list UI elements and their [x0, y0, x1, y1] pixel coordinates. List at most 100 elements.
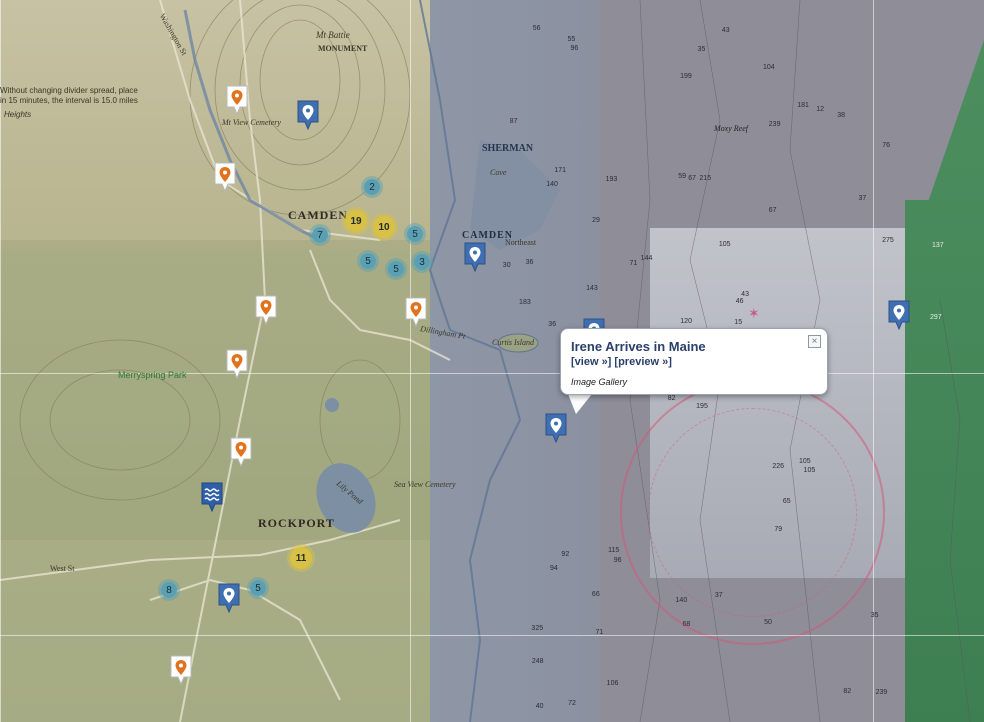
marker-cluster[interactable]: 8: [158, 579, 180, 601]
depth-sounding: 94: [550, 565, 558, 573]
depth-sounding: 67: [688, 175, 697, 183]
location-pin-icon: [226, 349, 248, 379]
depth-sounding: 144: [640, 255, 653, 263]
depth-sounding: 40: [535, 703, 544, 711]
depth-sounding: 59: [678, 172, 687, 180]
depth-sounding: 104: [762, 63, 775, 71]
depth-sounding: 143: [586, 285, 598, 293]
depth-sounding: 183: [519, 298, 531, 306]
label-mt-battie: Mt Battie: [316, 30, 350, 40]
cluster-count: 5: [255, 582, 261, 594]
view-link[interactable]: [view »]: [571, 356, 611, 368]
marker-cluster[interactable]: 5: [385, 258, 407, 280]
location-pin-icon: [230, 437, 252, 467]
marker-cluster[interactable]: 5: [357, 250, 379, 272]
label-sherman-cove: SHERMAN: [482, 143, 534, 154]
depth-sounding: 115: [608, 546, 620, 554]
depth-sounding: 239: [768, 120, 781, 128]
orange-location-pin[interactable]: [214, 162, 236, 192]
location-pin-icon: [464, 242, 486, 272]
location-pin-icon: [545, 413, 567, 443]
marker-cluster[interactable]: 11: [287, 544, 315, 572]
label-rockport: ROCKPORT: [258, 516, 335, 530]
depth-sounding: 105: [718, 241, 731, 249]
label-mt-view-cemetery: Mt View Cemetery: [222, 118, 281, 127]
location-pin-icon: [255, 295, 277, 325]
cluster-count: 2: [369, 181, 375, 193]
green-depth-label: 137: [932, 242, 944, 249]
small-pond: [325, 398, 339, 412]
depth-sounding: 37: [714, 591, 723, 599]
close-icon[interactable]: ×: [808, 335, 821, 348]
label-monument: MONUMENT: [318, 44, 368, 53]
orange-location-pin[interactable]: [226, 85, 248, 115]
info-popup: × Irene Arrives in Maine [view »] [previ…: [560, 328, 828, 395]
depth-sounding: 120: [680, 317, 692, 325]
marker-cluster[interactable]: 5: [247, 577, 269, 599]
orange-location-pin[interactable]: [230, 437, 252, 467]
marker-cluster[interactable]: 19: [342, 207, 370, 235]
location-pin-icon: [405, 297, 427, 327]
cluster-count: 5: [365, 255, 371, 267]
depth-sounding: 325: [531, 625, 544, 633]
popup-links: [view »] [preview »]: [571, 356, 817, 368]
orange-location-pin[interactable]: [405, 297, 427, 327]
depth-sounding: 46: [735, 297, 744, 305]
depth-sounding: 96: [570, 45, 579, 53]
depth-sounding: 82: [843, 687, 852, 695]
depth-sounding: 35: [697, 46, 706, 54]
blue-location-pin[interactable]: [297, 100, 319, 130]
blue-location-pin[interactable]: [888, 300, 910, 330]
blue-location-pin[interactable]: [545, 413, 567, 443]
depth-sounding: 87: [509, 118, 518, 126]
grid-line-vertical: [0, 0, 1, 722]
water-waves-icon: [201, 482, 223, 512]
location-pin-icon: [218, 583, 240, 613]
location-pin-icon: [888, 300, 910, 330]
label-mile-note: Without changing divider spread, place: [0, 86, 138, 95]
map-view[interactable]: ✶ Mt Battie MONUMENT CAMDEN CAMDEN SHERM…: [0, 0, 984, 722]
label-moxy-reef: Moxy Reef: [714, 124, 748, 133]
label-mile-note-2: in 15 minutes, the interval is 15.0 mile…: [0, 96, 138, 105]
label-west-st: West St: [50, 564, 75, 573]
cluster-count: 11: [295, 552, 307, 564]
depth-sounding: 96: [613, 556, 622, 564]
depth-sounding: 71: [629, 260, 638, 268]
depth-sounding: 140: [546, 180, 558, 188]
popup-pointer: [568, 394, 592, 414]
cluster-count: 10: [378, 221, 390, 233]
depth-sounding: 15: [734, 318, 743, 326]
marker-cluster[interactable]: 7: [309, 224, 331, 246]
depth-sounding: 71: [595, 628, 604, 636]
depth-sounding: 82: [667, 395, 676, 403]
marker-cluster[interactable]: 2: [361, 176, 383, 198]
blue-location-pin[interactable]: [464, 242, 486, 272]
depth-sounding: 66: [591, 591, 600, 599]
orange-location-pin[interactable]: [255, 295, 277, 325]
depth-sounding: 67: [768, 206, 777, 214]
depth-sounding: 37: [858, 195, 867, 203]
depth-sounding: 36: [548, 320, 557, 328]
location-pin-icon: [297, 100, 319, 130]
depth-sounding: 105: [798, 458, 811, 466]
marker-cluster[interactable]: 3: [411, 251, 433, 273]
marker-cluster[interactable]: 5: [404, 223, 426, 245]
depth-sounding: 50: [764, 618, 772, 626]
preview-link[interactable]: [preview »]: [614, 356, 671, 368]
cluster-count: 7: [317, 229, 323, 241]
depth-sounding: 79: [774, 526, 783, 534]
chart-star-mark: ✶: [748, 306, 760, 322]
depth-sounding: 199: [680, 73, 692, 81]
depth-sounding: 72: [568, 699, 576, 707]
label-cove: Cove: [490, 168, 507, 177]
location-pin-icon: [170, 655, 192, 685]
blue-location-pin[interactable]: [218, 583, 240, 613]
cluster-count: 8: [166, 584, 172, 596]
cluster-count: 19: [350, 215, 362, 227]
orange-location-pin[interactable]: [170, 655, 192, 685]
marker-cluster[interactable]: 10: [370, 213, 398, 241]
grid-line-horizontal: [0, 635, 984, 636]
popup-title: Irene Arrives in Maine: [571, 339, 706, 354]
water-marker[interactable]: [201, 482, 223, 512]
orange-location-pin[interactable]: [226, 349, 248, 379]
